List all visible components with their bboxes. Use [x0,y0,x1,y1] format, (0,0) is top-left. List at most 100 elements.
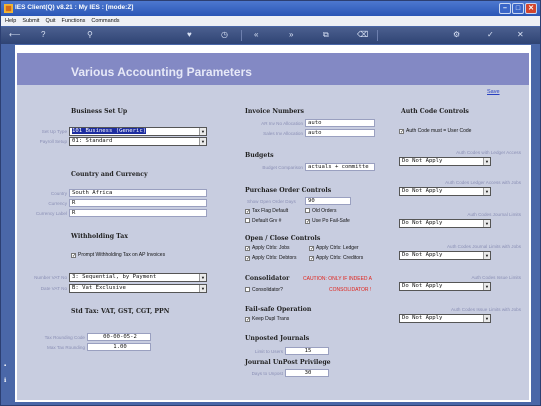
checkbox-checked-icon[interactable]: ✓ [309,246,314,252]
maximize-button[interactable]: □ [512,3,524,14]
budget-comparison-label: Budget Comparison [262,165,303,170]
default-grv-label: Default Grv # [252,218,282,224]
back-arrow-icon[interactable]: ⟵ [9,30,20,40]
auth-must-checkbox[interactable]: ✓ Auth Code must = User Code [399,128,472,135]
apply-ctrls-ledger-checkbox[interactable]: ✓ Apply Ctrls: Ledger [309,245,359,252]
number-vat-select[interactable]: 3: Sequential, by Payment ▼ [69,273,207,282]
chevron-down-icon[interactable]: ▼ [199,274,206,281]
days-to-unpost-field[interactable]: 30 [285,369,329,377]
apply-ctrls-creditors-label: Apply Ctrls: Creditors [316,255,364,261]
budget-comparison-field[interactable]: actuals + committe [305,163,375,171]
menu-submit[interactable]: Submit [22,18,39,24]
date-vat-select[interactable]: B: Vat Exclusive ▼ [69,284,207,293]
cancel-icon[interactable]: ✕ [517,30,524,40]
content-area: Various Accounting Parameters Save Busin… [15,45,531,402]
auth-issue-limits-select[interactable]: Do Not Apply ▼ [399,282,491,291]
default-grv-checkbox[interactable]: Default Grv # [245,218,281,224]
set-up-type-select[interactable]: 101 Business (Generic) ▼ [69,127,207,136]
close-button[interactable]: ✕ [525,3,537,14]
checkbox-checked-icon[interactable]: ✓ [245,246,250,252]
auth-ledger-jobs-select[interactable]: Do Not Apply ▼ [399,187,491,196]
currency-label-field[interactable]: R [69,209,207,217]
left-sidebar: ▪ ℹ [1,45,14,405]
apply-ctrls-jobs-checkbox[interactable]: ✓ Apply Ctrls: Jobs [245,245,290,252]
chevron-down-icon[interactable]: ▼ [199,285,206,292]
chevron-down-icon[interactable]: ▼ [483,252,490,259]
currency-label: Currency [48,201,67,206]
checkbox-checked-icon[interactable]: ✓ [399,129,404,135]
auth-ledger-jobs-value: Do Not Apply [402,188,443,194]
chevron-down-icon[interactable]: ▼ [483,315,490,322]
old-orders-checkbox[interactable]: Old Orders [305,208,336,214]
currency-field[interactable]: R [69,199,207,207]
menu-quit[interactable]: Quit [45,18,55,24]
checkbox-checked-icon[interactable]: ✓ [309,256,314,262]
set-up-type-value: 101 Business (Generic) [72,128,147,134]
prompt-withholding-checkbox[interactable]: ✓ Prompt Withholding Tax on AP Invoices [71,252,165,259]
country-label: Country [50,191,67,196]
checkbox-icon[interactable] [245,218,250,223]
checkbox-checked-icon[interactable]: ✓ [71,253,76,259]
payroll-setup-select[interactable]: 01: Standard ▼ [69,137,207,146]
chevron-down-icon[interactable]: ▼ [483,220,490,227]
chevron-down-icon[interactable]: ▼ [199,128,206,135]
country-field[interactable]: South Africa [69,189,207,197]
use-po-failsafe-checkbox[interactable]: ✓ Use Po Fail-Safe [305,218,350,225]
auth-journal-jobs-label: Auth Codes Journal Limits with Jobs [446,244,521,249]
open-close-heading: Open / Close Controls [245,235,321,242]
settings-icon[interactable]: ⚙ [453,30,460,40]
check-icon[interactable]: ✓ [487,30,494,40]
limit-to-users-field[interactable]: 15 [285,347,329,355]
search-icon[interactable]: ⚲ [87,30,93,40]
delete-icon[interactable]: ⌫ [357,30,368,40]
menu-help[interactable]: Help [5,18,16,24]
days-to-unpost-label: Days to Unpost [251,371,283,376]
auth-must-label: Auth Code must = User Code [406,128,472,134]
checkbox-icon[interactable] [305,208,310,213]
consolidator-checkbox[interactable]: Consolidator? [245,287,283,293]
checkbox-checked-icon[interactable]: ✓ [245,256,250,262]
copy-icon[interactable]: ⧉ [323,30,329,40]
ar-inv-field[interactable]: auto [305,119,375,127]
keep-dupl-checkbox[interactable]: ✓ Keep Dupl Trans [245,316,289,323]
apply-ctrls-debtors-checkbox[interactable]: ✓ Apply Ctrls: Debtors [245,255,296,262]
auth-journal-jobs-select[interactable]: Do Not Apply ▼ [399,251,491,260]
use-po-failsafe-label: Use Po Fail-Safe [312,218,350,224]
save-link[interactable]: Save [487,89,500,95]
menu-bar: Help Submit Quit Functions Commands [1,16,540,26]
chevron-down-icon[interactable]: ▼ [483,158,490,165]
auth-ledger-jobs-label: Auth Codes Ledger Access with Jobs [445,180,521,185]
max-tax-rounding-field[interactable]: 1.00 [87,343,151,351]
app-logo-icon [4,4,13,13]
sales-inv-field[interactable]: auto [305,129,375,137]
help-icon[interactable]: ? [41,30,45,40]
menu-functions[interactable]: Functions [62,18,86,24]
chevron-down-icon[interactable]: ▼ [483,188,490,195]
open-order-days-field[interactable]: 90 [305,197,351,205]
checkbox-checked-icon[interactable]: ✓ [305,219,310,225]
apply-ctrls-creditors-checkbox[interactable]: ✓ Apply Ctrls: Creditors [309,255,364,262]
checkbox-checked-icon[interactable]: ✓ [245,317,250,323]
tax-rounding-code-field[interactable]: 00-00-05-2 [87,333,151,341]
checkbox-icon[interactable] [245,287,250,292]
auth-issue-jobs-select[interactable]: Do Not Apply ▼ [399,314,491,323]
history-icon[interactable]: ◷ [221,30,228,40]
tax-flag-checkbox[interactable]: ✓ Tax Flag Default [245,208,288,215]
auth-issue-limits-label: Auth Codes Issue Limits [471,275,521,280]
journal-unpost-heading: Journal UnPost Privilege [245,359,331,366]
forward-icon[interactable]: » [289,30,293,40]
rewind-icon[interactable]: « [254,30,258,40]
auth-ledger-access-select[interactable]: Do Not Apply ▼ [399,157,491,166]
chevron-down-icon[interactable]: ▼ [483,283,490,290]
checkbox-checked-icon[interactable]: ✓ [245,209,250,215]
menu-commands[interactable]: Commands [91,18,119,24]
auth-journal-limits-select[interactable]: Do Not Apply ▼ [399,219,491,228]
app-window: IES Client(Q) v8.21 : My IES : [mode:Z] … [0,0,541,406]
favorite-icon[interactable]: ♥ [187,30,192,40]
currency-label-label: Currency Label [35,211,67,216]
consolidator-label: Consolidator? [252,287,283,293]
chevron-down-icon[interactable]: ▼ [199,138,206,145]
pin-icon[interactable]: ▪ [4,363,11,370]
minimize-button[interactable]: – [499,3,511,14]
info-icon[interactable]: ℹ [4,377,11,384]
